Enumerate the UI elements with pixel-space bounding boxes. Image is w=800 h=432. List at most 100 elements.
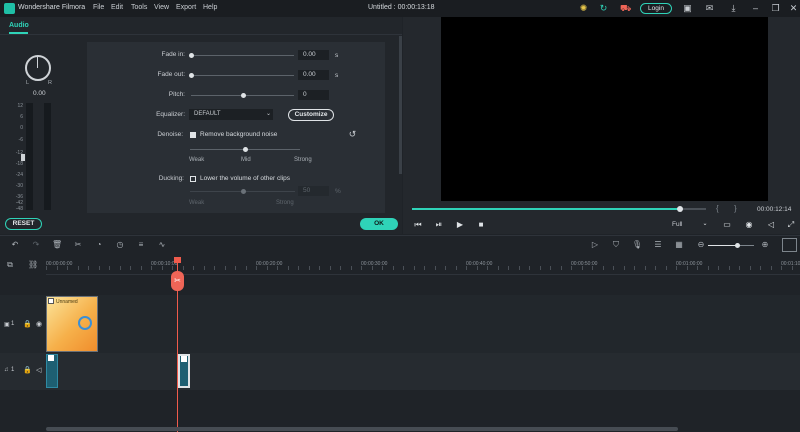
download-icon[interactable]: ⤓ xyxy=(728,3,739,14)
ducking-field[interactable]: 50 xyxy=(298,186,329,196)
ducking-slider-knob[interactable] xyxy=(240,189,246,194)
reset-button[interactable]: RESET xyxy=(5,218,42,230)
fade-in-field[interactable]: 0.00 xyxy=(298,50,329,60)
volume-knob[interactable] xyxy=(25,55,51,81)
duration-icon[interactable]: ◷ xyxy=(115,240,125,250)
volume-slider-handle[interactable] xyxy=(21,154,25,161)
audio-mixer-icon[interactable]: ☰ xyxy=(653,240,663,250)
music-note-icon xyxy=(48,355,54,361)
clip-logo-icon xyxy=(78,316,92,330)
snapshot-camera-icon[interactable]: ◉ xyxy=(744,220,754,229)
restore-icon[interactable]: ❐ xyxy=(770,3,781,14)
fade-in-slider[interactable] xyxy=(191,55,294,56)
ruler-label: 00:00:20:00 xyxy=(256,261,283,267)
timeline-horizontal-scrollbar[interactable] xyxy=(46,427,678,431)
audio-waveform-icon[interactable]: ∿ xyxy=(157,240,167,250)
fullscreen-icon[interactable]: ⤢ xyxy=(786,220,796,230)
fade-out-slider-knob[interactable] xyxy=(189,73,194,78)
audio-track[interactable] xyxy=(0,353,800,390)
marker-icon[interactable]: ⛉ xyxy=(611,240,621,250)
ruler-tick xyxy=(781,266,782,270)
cut-icon[interactable]: ✂ xyxy=(73,240,83,250)
menu-file[interactable]: File xyxy=(93,4,104,11)
customize-button[interactable]: Customize xyxy=(288,109,334,121)
ruler-tick xyxy=(393,266,394,270)
ruler-tick xyxy=(225,266,226,270)
speed-icon[interactable]: ◔ xyxy=(94,240,104,250)
zoom-out-icon[interactable]: ⊖ xyxy=(696,240,706,250)
speaker-icon[interactable]: ◁ xyxy=(36,366,41,374)
meter-scale-label: 12 xyxy=(17,103,23,109)
render-icon[interactable]: ▷ xyxy=(590,240,600,250)
scissors-icon[interactable]: ✂ xyxy=(171,271,184,291)
ruler-tick xyxy=(613,266,614,270)
ruler-tick xyxy=(624,266,625,270)
mark-in-icon[interactable]: { xyxy=(716,204,719,213)
mail-icon[interactable]: ✉ xyxy=(704,3,715,14)
denoise-tick-strong: Strong xyxy=(294,157,312,163)
volume-icon[interactable]: ◁ xyxy=(766,220,776,229)
preview-screen[interactable] xyxy=(441,17,768,201)
track-layout-icon[interactable] xyxy=(782,238,797,252)
reset-rotate-icon[interactable]: ↺ xyxy=(347,129,358,140)
microphone-icon[interactable]: 🎙 xyxy=(632,240,642,250)
ducking-label: Ducking: xyxy=(158,175,184,182)
menu-view[interactable]: View xyxy=(154,4,169,11)
minimize-icon[interactable]: – xyxy=(750,3,761,14)
split-screen-icon[interactable]: ▦ xyxy=(674,240,684,250)
menu-edit[interactable]: Edit xyxy=(111,4,123,11)
play-icon[interactable]: ▶ xyxy=(455,220,465,229)
playback-quality-select[interactable]: Full xyxy=(672,221,682,228)
sync-icon[interactable]: ↻ xyxy=(598,3,609,14)
eye-icon[interactable]: ◉ xyxy=(36,320,42,328)
close-icon[interactable]: ✕ xyxy=(788,3,799,14)
zoom-in-icon[interactable]: ⊕ xyxy=(760,240,770,250)
ruler-tick xyxy=(57,266,58,270)
ruler-tick xyxy=(435,266,436,270)
delete-icon[interactable]: 🗑 xyxy=(52,240,62,250)
pitch-field[interactable]: 0 xyxy=(298,90,329,100)
video-track[interactable] xyxy=(0,295,800,353)
cart-icon[interactable]: ⛟ xyxy=(620,3,631,14)
fade-out-slider[interactable] xyxy=(191,75,294,76)
previous-frame-icon[interactable]: ⏮ xyxy=(413,220,423,230)
display-icon[interactable]: ▭ xyxy=(722,220,732,229)
add-track-icon[interactable]: ⧉ xyxy=(5,260,15,270)
link-icon[interactable]: ⛓ xyxy=(28,260,38,270)
zoom-slider-knob[interactable] xyxy=(735,243,740,248)
equalizer-select[interactable]: DEFAULT xyxy=(189,109,273,120)
stop-icon[interactable]: ■ xyxy=(476,220,486,229)
ruler-tick xyxy=(592,266,593,270)
save-icon[interactable]: ▣ xyxy=(682,3,693,14)
panel-scrollbar[interactable] xyxy=(399,36,402,174)
music-note-icon xyxy=(181,356,187,362)
adjust-icon[interactable]: ≡ xyxy=(136,240,146,250)
pitch-slider-knob[interactable] xyxy=(240,93,246,98)
ducking-checkbox[interactable] xyxy=(190,176,196,182)
lock-icon[interactable]: 🔒 xyxy=(23,366,32,374)
step-play-icon[interactable]: ⏯ xyxy=(434,220,444,230)
video-clip-name: Unnamed xyxy=(56,299,78,305)
fade-in-slider-knob[interactable] xyxy=(189,53,194,58)
tab-audio[interactable]: Audio xyxy=(9,22,29,29)
lightbulb-icon[interactable]: ✺ xyxy=(578,3,589,14)
ruler-tick xyxy=(414,266,415,270)
redo-icon[interactable]: ↷ xyxy=(31,240,41,250)
ruler-tick xyxy=(739,266,740,270)
denoise-checkbox[interactable] xyxy=(190,132,196,138)
ok-button[interactable]: OK xyxy=(360,218,398,230)
menu-tools[interactable]: Tools xyxy=(131,4,147,11)
undo-icon[interactable]: ↶ xyxy=(10,240,20,250)
lock-icon[interactable]: 🔒 xyxy=(23,320,32,328)
menu-export[interactable]: Export xyxy=(176,4,196,11)
denoise-slider-knob[interactable] xyxy=(243,147,248,152)
menu-help[interactable]: Help xyxy=(203,4,217,11)
equalizer-label: Equalizer: xyxy=(156,111,185,118)
login-button[interactable]: Login xyxy=(640,3,672,14)
ruler-tick xyxy=(235,266,236,270)
fade-in-label: Fade in: xyxy=(161,51,186,58)
ruler-tick xyxy=(309,266,310,270)
preview-progress-knob[interactable] xyxy=(676,206,683,212)
fade-out-field[interactable]: 0.00 xyxy=(298,70,329,80)
mark-out-icon[interactable]: } xyxy=(734,204,737,213)
